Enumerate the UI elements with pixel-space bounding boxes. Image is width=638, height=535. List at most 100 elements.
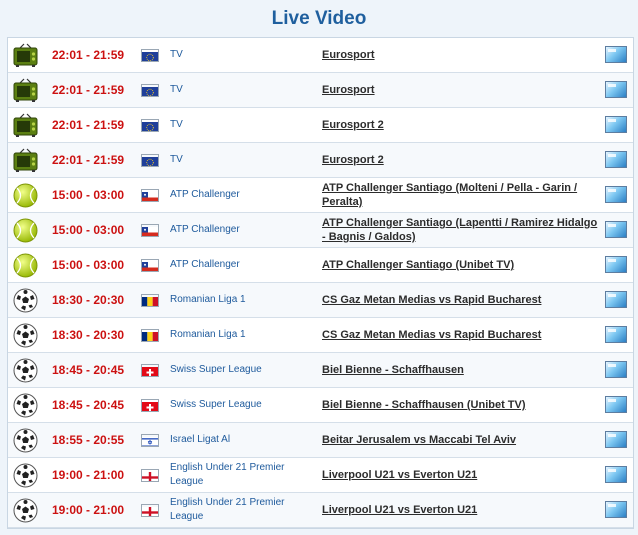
- event-row[interactable]: 22:01 - 21:59 TV Eurosport: [8, 73, 633, 108]
- competition-link[interactable]: Israel Ligat Al: [170, 423, 312, 457]
- competition-link[interactable]: ATP Challenger: [170, 213, 312, 247]
- event-time: 22:01 - 21:59: [52, 48, 125, 62]
- eu-flag-icon: [141, 49, 159, 62]
- israel-flag-icon: [141, 434, 159, 447]
- eu-flag-icon: [141, 84, 159, 97]
- england-flag-icon: [141, 504, 159, 517]
- tennis-icon: [12, 217, 39, 244]
- video-icon[interactable]: [605, 81, 627, 98]
- event-time: 22:01 - 21:59: [52, 118, 125, 132]
- event-time: 19:00 - 21:00: [52, 503, 125, 517]
- soccer-icon: [12, 497, 39, 524]
- event-row[interactable]: 18:45 - 20:45 Swiss Super League Biel Bien…: [8, 353, 633, 388]
- event-time: 15:00 - 03:00: [52, 258, 125, 272]
- event-time: 18:30 - 20:30: [52, 293, 125, 307]
- event-link[interactable]: Beitar Jerusalem vs Maccabi Tel Aviv: [322, 423, 600, 457]
- event-link[interactable]: ATP Challenger Santiago (Unibet TV): [322, 248, 600, 282]
- video-icon[interactable]: [605, 466, 627, 483]
- video-icon[interactable]: [605, 186, 627, 203]
- event-row[interactable]: 22:01 - 21:59 TV Eurosport 2: [8, 143, 633, 178]
- tv-icon: [12, 77, 39, 104]
- tennis-icon: [12, 252, 39, 279]
- tennis-icon: [12, 182, 39, 209]
- event-row[interactable]: 15:00 - 03:00 ATP Challenger ATP Challenge…: [8, 248, 633, 283]
- event-time: 22:01 - 21:59: [52, 153, 125, 167]
- competition-link[interactable]: Romanian Liga 1: [170, 283, 312, 317]
- event-row[interactable]: 18:55 - 20:55 Israel Ligat Al Beitar Jerus…: [8, 423, 633, 458]
- soccer-icon: [12, 462, 39, 489]
- video-icon[interactable]: [605, 396, 627, 413]
- event-row[interactable]: 15:00 - 03:00 ATP Challenger ATP Challenge…: [8, 178, 633, 213]
- event-row[interactable]: 19:00 - 21:00 English Under 21 Premier Le…: [8, 493, 633, 528]
- eu-flag-icon: [141, 119, 159, 132]
- event-link[interactable]: Eurosport: [322, 38, 600, 72]
- competition-link[interactable]: TV: [170, 38, 312, 72]
- video-icon[interactable]: [605, 326, 627, 343]
- eu-flag-icon: [141, 154, 159, 167]
- tv-icon: [12, 147, 39, 174]
- switzerland-flag-icon: [141, 399, 159, 412]
- competition-link[interactable]: English Under 21 Premier League: [170, 493, 312, 527]
- event-link[interactable]: Eurosport: [322, 73, 600, 107]
- event-row[interactable]: 19:00 - 21:00 English Under 21 Premier Le…: [8, 458, 633, 493]
- event-link[interactable]: Biel Bienne - Schaffhausen (Unibet TV): [322, 388, 600, 422]
- soccer-icon: [12, 427, 39, 454]
- event-row[interactable]: 18:30 - 20:30 Romanian Liga 1 CS Gaz Metan…: [8, 318, 633, 353]
- video-icon[interactable]: [605, 256, 627, 273]
- soccer-icon: [12, 322, 39, 349]
- competition-link[interactable]: Romanian Liga 1: [170, 318, 312, 352]
- tv-icon: [12, 112, 39, 139]
- live-video-panel: Live Video 22:01 - 21:59 TV Eurosport 22:01…: [0, 0, 638, 535]
- event-link[interactable]: Liverpool U21 vs Everton U21: [322, 493, 600, 527]
- event-row[interactable]: 18:30 - 20:30 Romanian Liga 1 CS Gaz Metan…: [8, 283, 633, 318]
- event-time: 15:00 - 03:00: [52, 223, 125, 237]
- event-time: 18:45 - 20:45: [52, 363, 125, 377]
- switzerland-flag-icon: [141, 364, 159, 377]
- video-icon[interactable]: [605, 431, 627, 448]
- event-time: 18:45 - 20:45: [52, 398, 125, 412]
- event-link[interactable]: ATP Challenger Santiago (Molteni / Pella…: [322, 178, 600, 212]
- event-time: 19:00 - 21:00: [52, 468, 125, 482]
- live-events-list: 22:01 - 21:59 TV Eurosport 22:01 - 21:59 TV E…: [7, 37, 634, 529]
- video-icon[interactable]: [605, 151, 627, 168]
- soccer-icon: [12, 357, 39, 384]
- event-link[interactable]: CS Gaz Metan Medias vs Rapid Bucharest: [322, 283, 600, 317]
- england-flag-icon: [141, 469, 159, 482]
- event-link[interactable]: Biel Bienne - Schaffhausen: [322, 353, 600, 387]
- competition-link[interactable]: TV: [170, 108, 312, 142]
- event-link[interactable]: Eurosport 2: [322, 108, 600, 142]
- event-row[interactable]: 22:01 - 21:59 TV Eurosport: [8, 38, 633, 73]
- video-icon[interactable]: [605, 501, 627, 518]
- event-time: 18:30 - 20:30: [52, 328, 125, 342]
- competition-link[interactable]: Swiss Super League: [170, 353, 312, 387]
- competition-link[interactable]: TV: [170, 73, 312, 107]
- competition-link[interactable]: ATP Challenger: [170, 248, 312, 282]
- event-link[interactable]: ATP Challenger Santiago (Lapentti / Rami…: [322, 213, 600, 247]
- competition-link[interactable]: English Under 21 Premier League: [170, 458, 312, 492]
- chile-flag-icon: [141, 224, 159, 237]
- event-row[interactable]: 18:45 - 20:45 Swiss Super League Biel Bien…: [8, 388, 633, 423]
- event-row[interactable]: 22:01 - 21:59 TV Eurosport 2: [8, 108, 633, 143]
- tv-icon: [12, 42, 39, 69]
- event-link[interactable]: Eurosport 2: [322, 143, 600, 177]
- video-icon[interactable]: [605, 116, 627, 133]
- video-icon[interactable]: [605, 221, 627, 238]
- event-time: 18:55 - 20:55: [52, 433, 125, 447]
- event-link[interactable]: CS Gaz Metan Medias vs Rapid Bucharest: [322, 318, 600, 352]
- soccer-icon: [12, 287, 39, 314]
- video-icon[interactable]: [605, 361, 627, 378]
- chile-flag-icon: [141, 259, 159, 272]
- event-time: 22:01 - 21:59: [52, 83, 125, 97]
- video-icon[interactable]: [605, 46, 627, 63]
- chile-flag-icon: [141, 189, 159, 202]
- romania-flag-icon: [141, 329, 159, 342]
- competition-link[interactable]: ATP Challenger: [170, 178, 312, 212]
- competition-link[interactable]: TV: [170, 143, 312, 177]
- event-row[interactable]: 15:00 - 03:00 ATP Challenger ATP Challenge…: [8, 213, 633, 248]
- video-icon[interactable]: [605, 291, 627, 308]
- event-time: 15:00 - 03:00: [52, 188, 125, 202]
- event-link[interactable]: Liverpool U21 vs Everton U21: [322, 458, 600, 492]
- page-title: Live Video: [271, 8, 367, 29]
- soccer-icon: [12, 392, 39, 419]
- competition-link[interactable]: Swiss Super League: [170, 388, 312, 422]
